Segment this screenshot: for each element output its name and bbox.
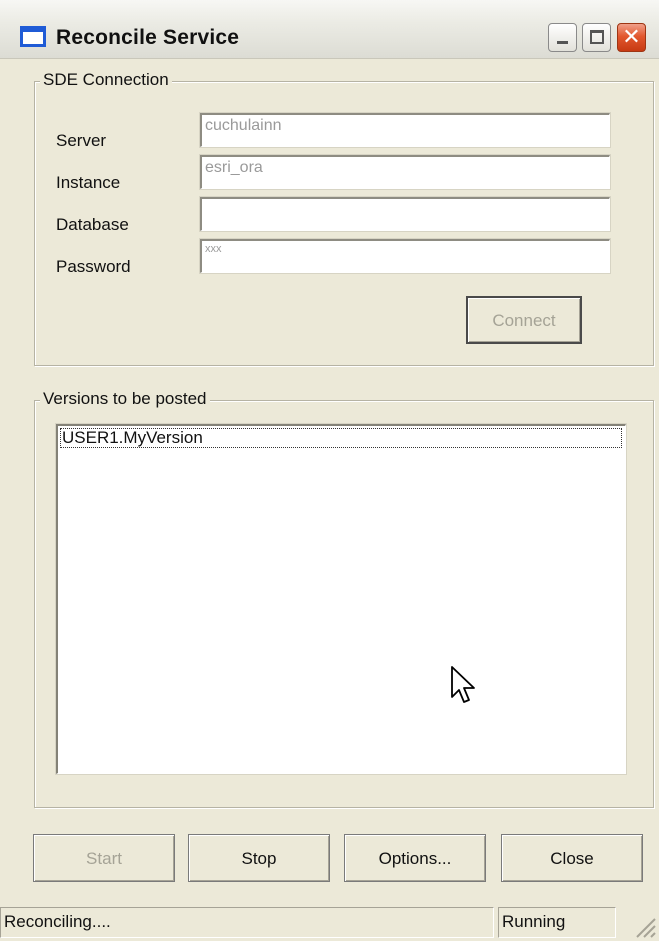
close-window-button[interactable]: ✕ — [617, 23, 646, 52]
versions-listbox[interactable]: USER1.MyVersion — [55, 423, 627, 775]
server-label: Server — [56, 131, 107, 150]
instance-input[interactable]: esri_ora — [199, 154, 611, 190]
password-label: Password — [56, 257, 131, 276]
password-input[interactable]: xxx — [199, 238, 611, 274]
database-label: Database — [56, 215, 129, 234]
database-input[interactable] — [199, 196, 611, 232]
options-button[interactable]: Options... — [344, 834, 486, 882]
close-icon: ✕ — [622, 25, 641, 50]
status-bar: Reconciling.... Running — [0, 904, 659, 941]
close-button[interactable]: Close — [501, 834, 643, 882]
maximize-icon — [590, 30, 604, 44]
minimize-icon — [557, 41, 568, 44]
connect-button[interactable]: Connect — [466, 296, 582, 344]
start-button[interactable]: Start — [33, 834, 175, 882]
title-bar[interactable]: Reconcile Service ✕ — [0, 0, 659, 59]
versions-group-label: Versions to be posted — [40, 389, 210, 409]
status-state: Running — [498, 907, 616, 938]
maximize-button[interactable] — [582, 23, 611, 52]
reconcile-service-window: Reconcile Service ✕ SDE Connection Serve… — [0, 0, 659, 941]
app-window-icon — [20, 26, 46, 47]
instance-label: Instance — [56, 173, 121, 192]
window-title: Reconcile Service — [56, 26, 240, 49]
sde-connection-group-label: SDE Connection — [40, 70, 172, 90]
minimize-button[interactable] — [548, 23, 577, 52]
stop-button[interactable]: Stop — [188, 834, 330, 882]
server-input[interactable]: cuchulainn — [199, 112, 611, 148]
list-item[interactable]: USER1.MyVersion — [60, 428, 622, 448]
mouse-pointer-icon — [451, 666, 475, 703]
resize-grip-icon[interactable] — [631, 913, 657, 939]
status-message: Reconciling.... — [0, 907, 494, 938]
